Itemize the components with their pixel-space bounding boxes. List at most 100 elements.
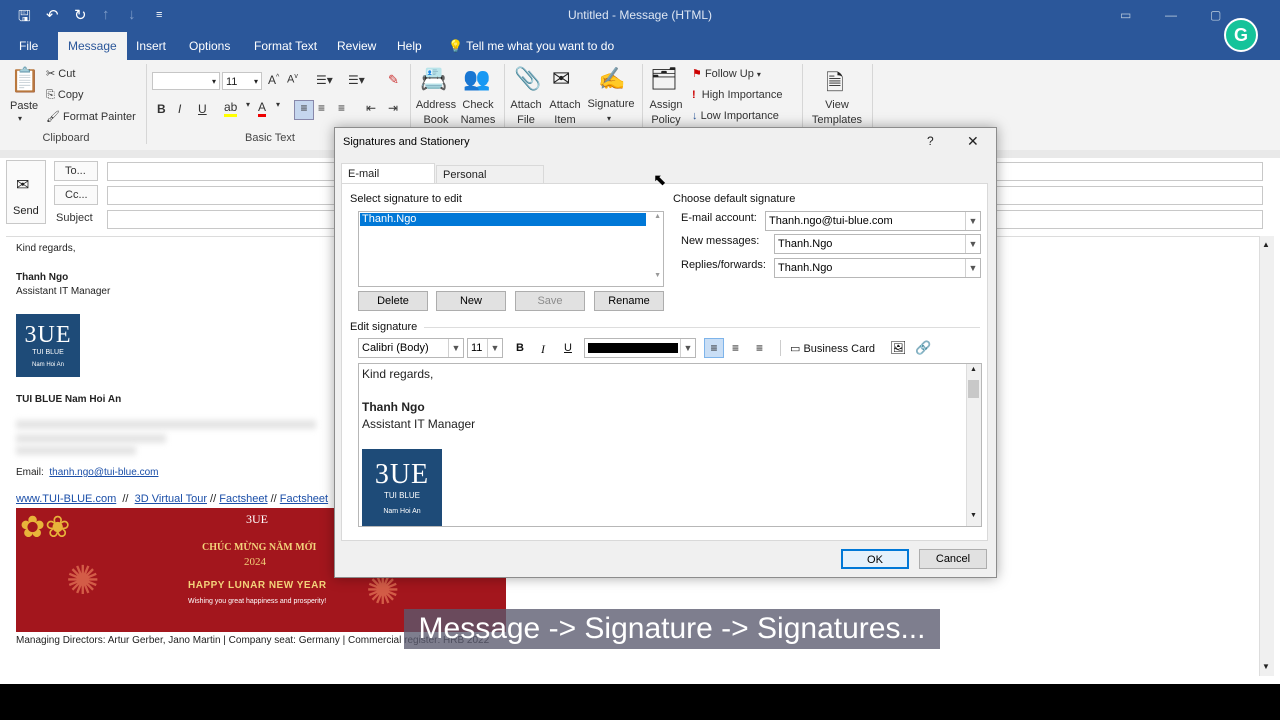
- tab-options[interactable]: Options: [181, 32, 238, 60]
- tab-personal-stationery[interactable]: Personal Stationery: [436, 165, 544, 199]
- copy-button[interactable]: ⎘ Copy: [46, 89, 84, 102]
- italic-icon[interactable]: I: [541, 342, 545, 357]
- delete-button[interactable]: Delete: [358, 291, 428, 311]
- align-left-icon[interactable]: ≡: [294, 100, 314, 120]
- send-button[interactable]: ✉ Send: [6, 160, 46, 224]
- high-importance-button[interactable]: ! High Importance: [692, 89, 783, 101]
- numbering-icon[interactable]: ☰▾: [348, 73, 365, 87]
- email-link[interactable]: thanh.ngo@tui-blue.com: [49, 467, 158, 478]
- tab-message[interactable]: Message: [58, 32, 127, 60]
- chevron-down-icon[interactable]: ▾: [607, 114, 611, 123]
- hyperlink-icon[interactable]: 🔗: [915, 340, 931, 356]
- clear-formatting-icon[interactable]: ✎: [388, 72, 399, 88]
- tell-me-box[interactable]: 💡 Tell me what you want to do: [440, 32, 622, 60]
- paperclip-icon[interactable]: 📎: [514, 66, 541, 92]
- italic-icon[interactable]: I: [178, 102, 181, 116]
- chevron-down-icon[interactable]: ▾: [246, 100, 250, 109]
- check-names-icon[interactable]: 👥: [463, 66, 490, 92]
- tab-file[interactable]: File: [11, 32, 46, 60]
- minimize-icon[interactable]: —: [1165, 8, 1177, 22]
- cut-button[interactable]: ✂ Cut: [46, 67, 75, 80]
- scroll-thumb[interactable]: [968, 380, 979, 398]
- decrease-indent-icon[interactable]: ⇤: [366, 101, 376, 115]
- check-names-label[interactable]: Check Names: [458, 98, 498, 128]
- cc-field-right[interactable]: [995, 186, 1263, 205]
- virtual-tour-link[interactable]: 3D Virtual Tour: [135, 493, 207, 505]
- paste-icon[interactable]: 📋: [10, 66, 40, 95]
- ribbon-display-icon[interactable]: ▭: [1120, 8, 1131, 22]
- font-color-dropdown[interactable]: ▼: [584, 338, 696, 358]
- editor-scrollbar[interactable]: ▲ ▼: [966, 364, 981, 526]
- ok-button[interactable]: OK: [841, 549, 909, 569]
- format-painter-button[interactable]: 🖌 Format Painter: [46, 110, 136, 123]
- cancel-button[interactable]: Cancel: [919, 549, 987, 569]
- grammarly-icon[interactable]: G: [1224, 18, 1258, 52]
- tab-insert[interactable]: Insert: [128, 32, 174, 60]
- shrink-font-icon[interactable]: Av: [287, 73, 298, 86]
- tab-format-text[interactable]: Format Text: [246, 32, 325, 60]
- size-dropdown[interactable]: 11 ▼: [467, 338, 503, 358]
- attach-item-label[interactable]: Attach Item: [546, 98, 584, 128]
- bullets-icon[interactable]: ☰▾: [316, 73, 333, 87]
- body-scrollbar[interactable]: ▲ ▼: [1259, 236, 1274, 676]
- chevron-down-icon[interactable]: ▾: [276, 100, 280, 109]
- attach-file-label[interactable]: Attach File: [506, 98, 546, 128]
- subject-field-right[interactable]: [995, 210, 1263, 229]
- highlight-icon[interactable]: ab: [224, 100, 238, 117]
- scroll-down-icon[interactable]: ▼: [970, 512, 977, 519]
- signature-list[interactable]: Thanh.Ngo ▲ ▼: [358, 211, 664, 287]
- help-icon[interactable]: ?: [927, 134, 934, 148]
- signature-label[interactable]: Signature: [585, 98, 637, 110]
- font-color-icon[interactable]: A: [258, 100, 267, 117]
- follow-up-button[interactable]: ⚑ Follow Up ▾: [692, 67, 761, 80]
- view-templates-label[interactable]: View Templates: [808, 98, 866, 128]
- align-center-icon[interactable]: ≡: [318, 101, 325, 115]
- to-field-right[interactable]: [995, 162, 1263, 181]
- scroll-up-icon[interactable]: ▲: [970, 366, 977, 373]
- policy-icon[interactable]: 🗂: [650, 66, 678, 92]
- save-button[interactable]: Save: [515, 291, 585, 311]
- maximize-icon[interactable]: ▢: [1210, 8, 1221, 22]
- assign-policy-label[interactable]: Assign Policy: [646, 98, 686, 128]
- insert-picture-icon[interactable]: 🖼: [890, 340, 907, 356]
- signature-icon[interactable]: ✍: [598, 66, 625, 92]
- scroll-up-icon[interactable]: ▲: [654, 213, 661, 220]
- signature-list-item[interactable]: Thanh.Ngo: [360, 213, 646, 226]
- paste-label[interactable]: Paste: [10, 100, 38, 112]
- align-right-icon[interactable]: ≡: [756, 341, 763, 355]
- tab-review[interactable]: Review: [329, 32, 384, 60]
- subject-field[interactable]: [107, 210, 335, 229]
- bold-icon[interactable]: B: [516, 342, 524, 354]
- factsheet-link[interactable]: Factsheet: [219, 493, 267, 505]
- to-field[interactable]: [107, 162, 335, 181]
- cc-field[interactable]: [107, 186, 335, 205]
- paste-dropdown-icon[interactable]: ▾: [18, 114, 22, 123]
- address-book-label[interactable]: Address Book: [414, 98, 458, 128]
- envelope-icon[interactable]: ✉: [552, 66, 570, 92]
- bold-icon[interactable]: B: [157, 102, 166, 116]
- align-center-icon[interactable]: ≡: [732, 341, 739, 355]
- align-right-icon[interactable]: ≡: [338, 101, 345, 115]
- increase-indent-icon[interactable]: ⇥: [388, 101, 398, 115]
- font-size-dropdown[interactable]: 11 ▾: [222, 72, 262, 90]
- website-link[interactable]: www.TUI-BLUE.com: [16, 493, 116, 505]
- align-left-icon[interactable]: ≡: [704, 338, 724, 358]
- underline-icon[interactable]: U: [198, 102, 207, 116]
- scroll-up-icon[interactable]: ▲: [1262, 240, 1270, 249]
- grow-font-icon[interactable]: A^: [268, 73, 279, 87]
- signature-editor[interactable]: Kind regards, Thanh Ngo Assistant IT Man…: [358, 363, 982, 527]
- close-icon[interactable]: ✕: [967, 133, 979, 150]
- new-button[interactable]: New: [436, 291, 506, 311]
- replies-dropdown[interactable]: Thanh.Ngo ▼: [774, 258, 981, 278]
- cc-button[interactable]: Cc...: [54, 185, 98, 205]
- low-importance-button[interactable]: ↓ Low Importance: [692, 110, 779, 122]
- new-messages-dropdown[interactable]: Thanh.Ngo ▼: [774, 234, 981, 254]
- rename-button[interactable]: Rename: [594, 291, 664, 311]
- scroll-down-icon[interactable]: ▼: [654, 272, 661, 279]
- font-name-dropdown[interactable]: ▾: [152, 72, 220, 90]
- email-account-dropdown[interactable]: Thanh.ngo@tui-blue.com ▼: [765, 211, 981, 231]
- scroll-down-icon[interactable]: ▼: [1262, 662, 1270, 671]
- business-card-button[interactable]: ▭ Business Card: [790, 342, 875, 355]
- tab-help[interactable]: Help: [389, 32, 430, 60]
- font-dropdown[interactable]: Calibri (Body) ▼: [358, 338, 464, 358]
